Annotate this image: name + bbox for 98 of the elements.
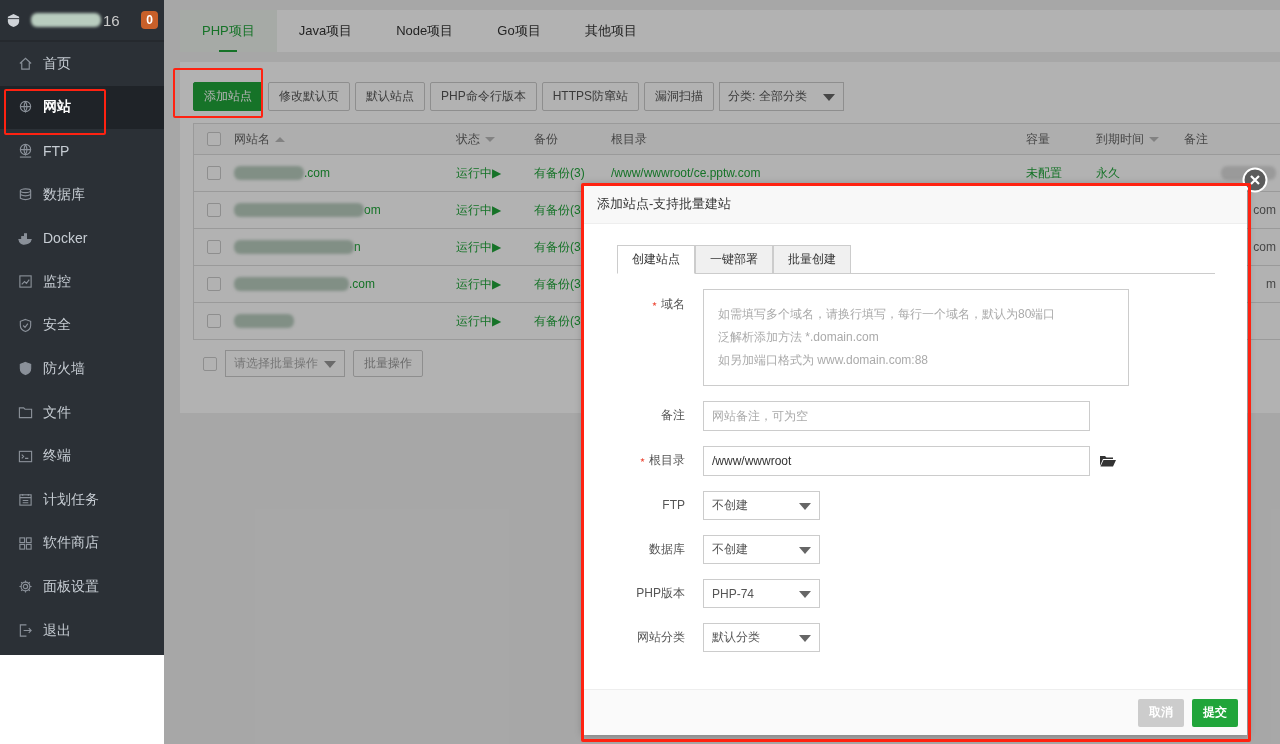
select-dropdown[interactable]: 不创建 bbox=[703, 535, 820, 564]
select-dropdown[interactable]: PHP-74 bbox=[703, 579, 820, 608]
field-label: 根目录 bbox=[640, 446, 685, 474]
toolbar-button[interactable]: PHP命令行版本 bbox=[430, 82, 537, 111]
backup-link[interactable]: 有备份(3 bbox=[534, 275, 581, 293]
field-label: 数据库 bbox=[649, 541, 685, 558]
project-tab[interactable]: Go项目 bbox=[475, 10, 563, 52]
capacity-link[interactable]: 未配置 bbox=[1026, 164, 1062, 182]
column-header[interactable]: 备注 bbox=[1184, 130, 1280, 148]
backup-link[interactable]: 有备份(3 bbox=[534, 312, 581, 330]
sidebar-item[interactable]: 终端 bbox=[0, 434, 164, 478]
apps-icon bbox=[18, 535, 33, 551]
category-dropdown[interactable]: 分类: 全部分类 bbox=[719, 82, 845, 111]
sidebar-item[interactable]: FTP bbox=[0, 129, 164, 173]
expiry-text[interactable]: 永久 bbox=[1096, 164, 1120, 182]
firewall-icon bbox=[18, 361, 33, 377]
sidebar-item[interactable]: 计划任务 bbox=[0, 477, 164, 522]
sidebar-item[interactable]: 退出 bbox=[0, 608, 164, 653]
toolbar-button[interactable]: 修改默认页 bbox=[268, 82, 350, 111]
site-name-link[interactable]: .com bbox=[304, 166, 330, 180]
column-header[interactable]: 备份 bbox=[534, 130, 611, 148]
sidebar-item[interactable]: 数据库 bbox=[0, 172, 164, 217]
field-label: FTP bbox=[662, 497, 685, 514]
ftp-icon bbox=[18, 143, 33, 159]
project-tab[interactable]: 其他项目 bbox=[562, 10, 659, 52]
remark-text: com bbox=[1253, 203, 1276, 217]
status-text[interactable]: 运行中▶ bbox=[456, 312, 502, 330]
close-icon[interactable] bbox=[1242, 167, 1268, 193]
checkbox[interactable] bbox=[203, 356, 217, 371]
checkbox[interactable] bbox=[207, 166, 221, 180]
notification-badge[interactable]: 0 bbox=[141, 11, 158, 29]
sidebar-item[interactable]: 文件 bbox=[0, 390, 164, 435]
column-header[interactable]: 到期时间 bbox=[1096, 130, 1184, 148]
sidebar-item[interactable]: 网站 bbox=[0, 85, 164, 130]
dialog-title: 添加站点-支持批量建站 bbox=[583, 185, 1247, 224]
status-text[interactable]: 运行中▶ bbox=[456, 164, 502, 182]
dialog-tab[interactable]: 批量创建 bbox=[773, 245, 851, 273]
checkbox[interactable] bbox=[207, 203, 221, 217]
toolbar-button[interactable]: 默认站点 bbox=[355, 82, 425, 111]
add-site-button[interactable]: 添加站点 bbox=[193, 82, 263, 111]
column-header[interactable]: 状态 bbox=[456, 130, 534, 148]
remark-text: m bbox=[1266, 277, 1276, 291]
backup-link[interactable]: 有备份(3 bbox=[534, 201, 581, 219]
folder-icon bbox=[18, 405, 33, 421]
checkbox[interactable] bbox=[207, 277, 221, 291]
redaction-blur bbox=[31, 13, 101, 27]
backup-link[interactable]: 有备份(3 bbox=[534, 238, 581, 256]
calendar-icon bbox=[18, 492, 33, 508]
project-tab[interactable]: Java项目 bbox=[276, 10, 375, 52]
status-text[interactable]: 运行中▶ bbox=[456, 275, 502, 293]
monitor-icon bbox=[18, 274, 33, 290]
root-path-link[interactable]: /www/wwwroot/ce.pptw.com bbox=[611, 166, 761, 180]
select-dropdown[interactable]: 默认分类 bbox=[703, 623, 820, 652]
field-label: 网站分类 bbox=[637, 629, 685, 646]
sidebar-item[interactable]: 面板设置 bbox=[0, 565, 164, 609]
docker-icon bbox=[18, 230, 33, 246]
field-label: 域名 bbox=[652, 289, 685, 319]
db-icon bbox=[18, 187, 33, 203]
folder-icon[interactable] bbox=[1100, 455, 1116, 467]
sidebar-item[interactable]: 安全 bbox=[0, 303, 164, 348]
column-header[interactable]: 容量 bbox=[1026, 130, 1096, 148]
terminal-icon bbox=[18, 448, 33, 464]
sidebar-item[interactable]: 首页 bbox=[0, 42, 164, 86]
username: 16 bbox=[103, 11, 120, 29]
home-icon bbox=[18, 56, 33, 72]
shield-icon bbox=[18, 317, 33, 333]
root-dir-input[interactable]: /www/wwwroot bbox=[703, 446, 1090, 476]
logout-icon bbox=[18, 623, 33, 638]
status-text[interactable]: 运行中▶ bbox=[456, 201, 502, 219]
project-tab[interactable]: Node项目 bbox=[374, 10, 476, 52]
field-label: PHP版本 bbox=[636, 585, 685, 602]
remark-input[interactable]: 网站备注，可为空 bbox=[703, 401, 1090, 431]
dialog-tab[interactable]: 一键部署 bbox=[695, 245, 773, 273]
redaction-blur bbox=[234, 314, 294, 328]
sidebar-item[interactable]: 监控 bbox=[0, 259, 164, 304]
redaction-blur bbox=[234, 166, 304, 180]
logo-icon bbox=[6, 12, 21, 28]
field-label: 备注 bbox=[661, 407, 685, 424]
submit-button[interactable]: 提交 bbox=[1192, 698, 1238, 727]
globe-icon bbox=[18, 99, 33, 115]
checkbox[interactable] bbox=[207, 314, 221, 328]
site-name-link[interactable]: .com bbox=[349, 277, 375, 291]
column-header[interactable]: 网站名 bbox=[234, 130, 456, 148]
toolbar-button[interactable]: HTTPS防窜站 bbox=[541, 82, 640, 111]
gear-icon bbox=[18, 579, 33, 595]
checkbox[interactable] bbox=[207, 132, 221, 146]
site-name-link[interactable]: om bbox=[364, 203, 381, 217]
sidebar-item[interactable]: 防火墙 bbox=[0, 347, 164, 391]
remark-text: com bbox=[1253, 240, 1276, 254]
backup-link[interactable]: 有备份(3) bbox=[534, 164, 585, 182]
sidebar-item[interactable]: Docker bbox=[0, 216, 164, 260]
dialog-tab[interactable]: 创建站点 bbox=[617, 245, 695, 274]
status-text[interactable]: 运行中▶ bbox=[456, 238, 502, 256]
toolbar-button[interactable]: 漏洞扫描 bbox=[644, 82, 715, 111]
select-dropdown[interactable]: 不创建 bbox=[703, 491, 820, 520]
checkbox[interactable] bbox=[207, 240, 221, 254]
column-header[interactable]: 根目录 bbox=[611, 130, 1026, 148]
sidebar-item[interactable]: 软件商店 bbox=[0, 521, 164, 566]
